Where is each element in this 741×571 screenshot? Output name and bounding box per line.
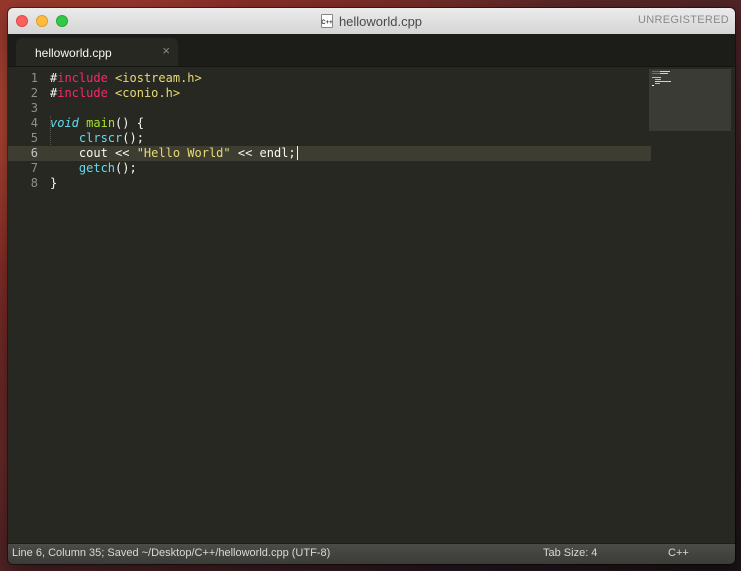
code-line[interactable]: } [44, 176, 651, 191]
code-punctuation: (); [115, 161, 137, 175]
closing-brace: } [50, 176, 58, 190]
editor-window: C++ helloworld.cpp UNREGISTERED hellowor… [8, 8, 735, 564]
minimap-line [655, 83, 660, 84]
code-line[interactable]: getch(); [44, 161, 651, 176]
file-icon-label: C++ [321, 20, 333, 26]
code-line[interactable]: #include <conio.h> [44, 86, 651, 101]
header-name: <conio.h> [115, 86, 181, 100]
line-number: 1 [30, 71, 38, 85]
include-keyword: include [57, 71, 108, 85]
code-line[interactable]: #include <iostream.h> [44, 71, 651, 86]
code-text: << endl; [230, 146, 296, 160]
close-window-button[interactable] [16, 15, 28, 27]
function-name: main [86, 116, 116, 130]
function-call: clrscr [78, 131, 123, 145]
include-keyword: include [57, 86, 108, 100]
code-line-empty[interactable] [44, 101, 651, 116]
line-number: 2 [30, 86, 38, 100]
code-punctuation: (); [122, 131, 144, 145]
tab-label: helloworld.cpp [35, 46, 112, 60]
type-keyword: void [50, 116, 79, 130]
minimap-line [655, 79, 661, 80]
window-title: helloworld.cpp [338, 13, 423, 29]
line-number: 8 [30, 176, 38, 190]
minimap-line [652, 71, 660, 72]
code-line[interactable]: void main() { [44, 116, 651, 131]
minimap-line [652, 73, 660, 74]
status-bar: Line 6, Column 35; Saved ~/Desktop/C++/h… [8, 543, 735, 564]
code-text: cout << [78, 146, 137, 160]
minimap-line [652, 85, 654, 86]
minimap-line [657, 77, 661, 78]
line-number: 4 [30, 116, 38, 130]
line-number: 3 [30, 101, 38, 115]
string-literal: "Hello World" [136, 146, 231, 160]
line-number-gutter: 1 2 3 4 5 6 7 8 [8, 71, 44, 191]
minimap-line [660, 71, 670, 72]
cpp-file-icon: C++ [320, 14, 333, 28]
function-call: getch [78, 161, 116, 175]
syntax-selector[interactable]: C++ [668, 547, 689, 559]
minimize-window-button[interactable] [36, 15, 48, 27]
line-number-active: 6 [8, 146, 44, 161]
code-area[interactable]: #include <iostream.h> #include <conio.h>… [44, 71, 651, 191]
minimap[interactable] [649, 69, 731, 131]
text-cursor [296, 146, 298, 160]
maximize-window-button[interactable] [56, 15, 68, 27]
tab-bar: helloworld.cpp × [8, 34, 735, 67]
status-position: Line 6, Column 35; Saved ~/Desktop/C++/h… [12, 547, 331, 559]
code-line[interactable]: clrscr(); [44, 131, 651, 146]
unregistered-label: UNREGISTERED [638, 14, 729, 26]
title-bar[interactable]: C++ helloworld.cpp UNREGISTERED [8, 8, 735, 35]
code-punctuation: () { [115, 116, 144, 130]
code-line-active[interactable]: cout << "Hello World" << endl; [44, 146, 651, 161]
minimap-line [660, 73, 668, 74]
tab-helloworld-cpp[interactable]: helloworld.cpp × [16, 38, 178, 66]
header-name: <iostream.h> [115, 71, 202, 85]
line-number: 7 [30, 161, 38, 175]
code-editor[interactable]: 1 2 3 4 5 6 7 8 #include <iostream.h> #i… [8, 67, 735, 544]
line-number: 5 [30, 131, 38, 145]
tab-close-icon[interactable]: × [162, 44, 170, 58]
minimap-line [655, 81, 671, 82]
tab-size-selector[interactable]: Tab Size: 4 [543, 547, 597, 559]
